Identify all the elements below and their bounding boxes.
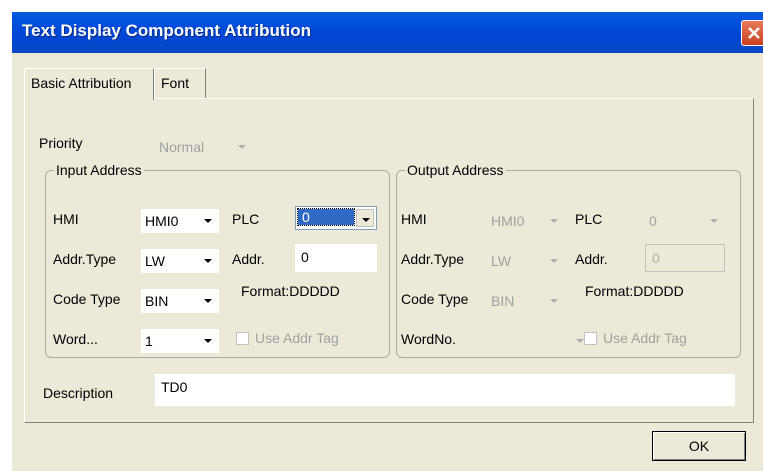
input-addr-value: 0 [301, 249, 309, 265]
tab-label: Font [161, 75, 190, 91]
chevron-down-icon [199, 211, 217, 229]
output-plc-select[interactable]: 0 [645, 209, 725, 233]
description-value: TD0 [161, 379, 188, 395]
tab-label: Basic Attribution [31, 75, 132, 91]
input-plc-label: PLC [232, 211, 260, 227]
output-word-select[interactable] [487, 329, 591, 353]
input-word-label: Word... [53, 331, 98, 347]
input-use-addr-tag-checkbox[interactable] [236, 332, 249, 345]
close-button[interactable] [741, 20, 763, 46]
window-title: Text Display Component Attribution [22, 21, 311, 40]
output-address-caption: Output Address [405, 162, 506, 178]
output-code-type-value: BIN [491, 293, 515, 309]
tab-basic-attribution[interactable]: Basic Attribution [24, 68, 154, 100]
input-hmi-select[interactable]: HMI0 [141, 209, 219, 233]
title-bar[interactable]: Text Display Component Attribution [12, 12, 763, 53]
chevron-down-icon [199, 291, 217, 309]
input-plc-value: 0 [297, 208, 355, 226]
output-format-text: Format:DDDDD [585, 283, 684, 299]
input-addr-type-value: LW [145, 253, 165, 269]
output-addr-type-label: Addr.Type [401, 251, 465, 267]
input-address-caption: Input Address [54, 162, 144, 178]
input-word-value: 1 [145, 333, 153, 349]
input-addr-type-label: Addr.Type [53, 251, 117, 267]
input-format-text: Format:DDDDD [241, 283, 340, 299]
priority-label: Priority [39, 135, 83, 151]
tab-font[interactable]: Font [154, 68, 206, 98]
output-plc-label: PLC [575, 211, 603, 227]
chevron-down-icon [199, 331, 217, 349]
input-addr-label: Addr. [232, 251, 265, 267]
input-code-type-select[interactable]: BIN [141, 289, 219, 313]
output-hmi-label: HMI [401, 211, 427, 227]
output-use-addr-tag-checkbox[interactable] [584, 332, 597, 345]
input-word-select[interactable]: 1 [141, 329, 219, 353]
description-field[interactable]: TD0 [155, 374, 735, 406]
chevron-down-icon [545, 211, 563, 229]
chevron-down-icon [545, 251, 563, 269]
chevron-down-icon [545, 291, 563, 309]
chevron-down-icon [199, 251, 217, 269]
input-addr-field[interactable]: 0 [295, 244, 377, 272]
ok-button[interactable]: OK [652, 431, 746, 461]
basic-attribution-panel: Priority Normal Input Address HMI HMI0 P… [24, 98, 754, 423]
dialog-window: Text Display Component Attribution Basic… [12, 12, 763, 471]
output-hmi-value: HMI0 [491, 213, 525, 229]
chevron-down-icon [233, 137, 251, 155]
input-code-type-label: Code Type [53, 291, 121, 307]
chevron-down-icon [356, 209, 374, 227]
output-hmi-select[interactable]: HMI0 [487, 209, 565, 233]
output-plc-value: 0 [649, 213, 657, 229]
chevron-down-icon [705, 211, 723, 229]
output-code-type-select[interactable]: BIN [487, 289, 565, 313]
input-addr-type-select[interactable]: LW [141, 249, 219, 273]
input-hmi-value: HMI0 [145, 213, 179, 229]
ok-label: OK [688, 438, 710, 454]
output-use-addr-tag-label: Use Addr Tag [603, 330, 687, 346]
priority-select[interactable]: Normal [155, 135, 253, 159]
output-addr-field[interactable]: 0 [645, 244, 725, 272]
output-word-label: WordNo. [401, 331, 456, 347]
input-plc-select[interactable]: 0 [295, 206, 377, 230]
priority-value: Normal [159, 139, 205, 155]
output-code-type-label: Code Type [401, 291, 469, 307]
output-addr-type-value: LW [491, 253, 511, 269]
output-addr-label: Addr. [575, 251, 608, 267]
input-use-addr-tag-label: Use Addr Tag [255, 330, 339, 346]
output-addr-type-select[interactable]: LW [487, 249, 565, 273]
output-addr-value: 0 [652, 250, 660, 266]
description-label: Description [43, 385, 114, 401]
input-code-type-value: BIN [145, 293, 169, 309]
close-icon [748, 27, 760, 39]
input-hmi-label: HMI [53, 211, 79, 227]
